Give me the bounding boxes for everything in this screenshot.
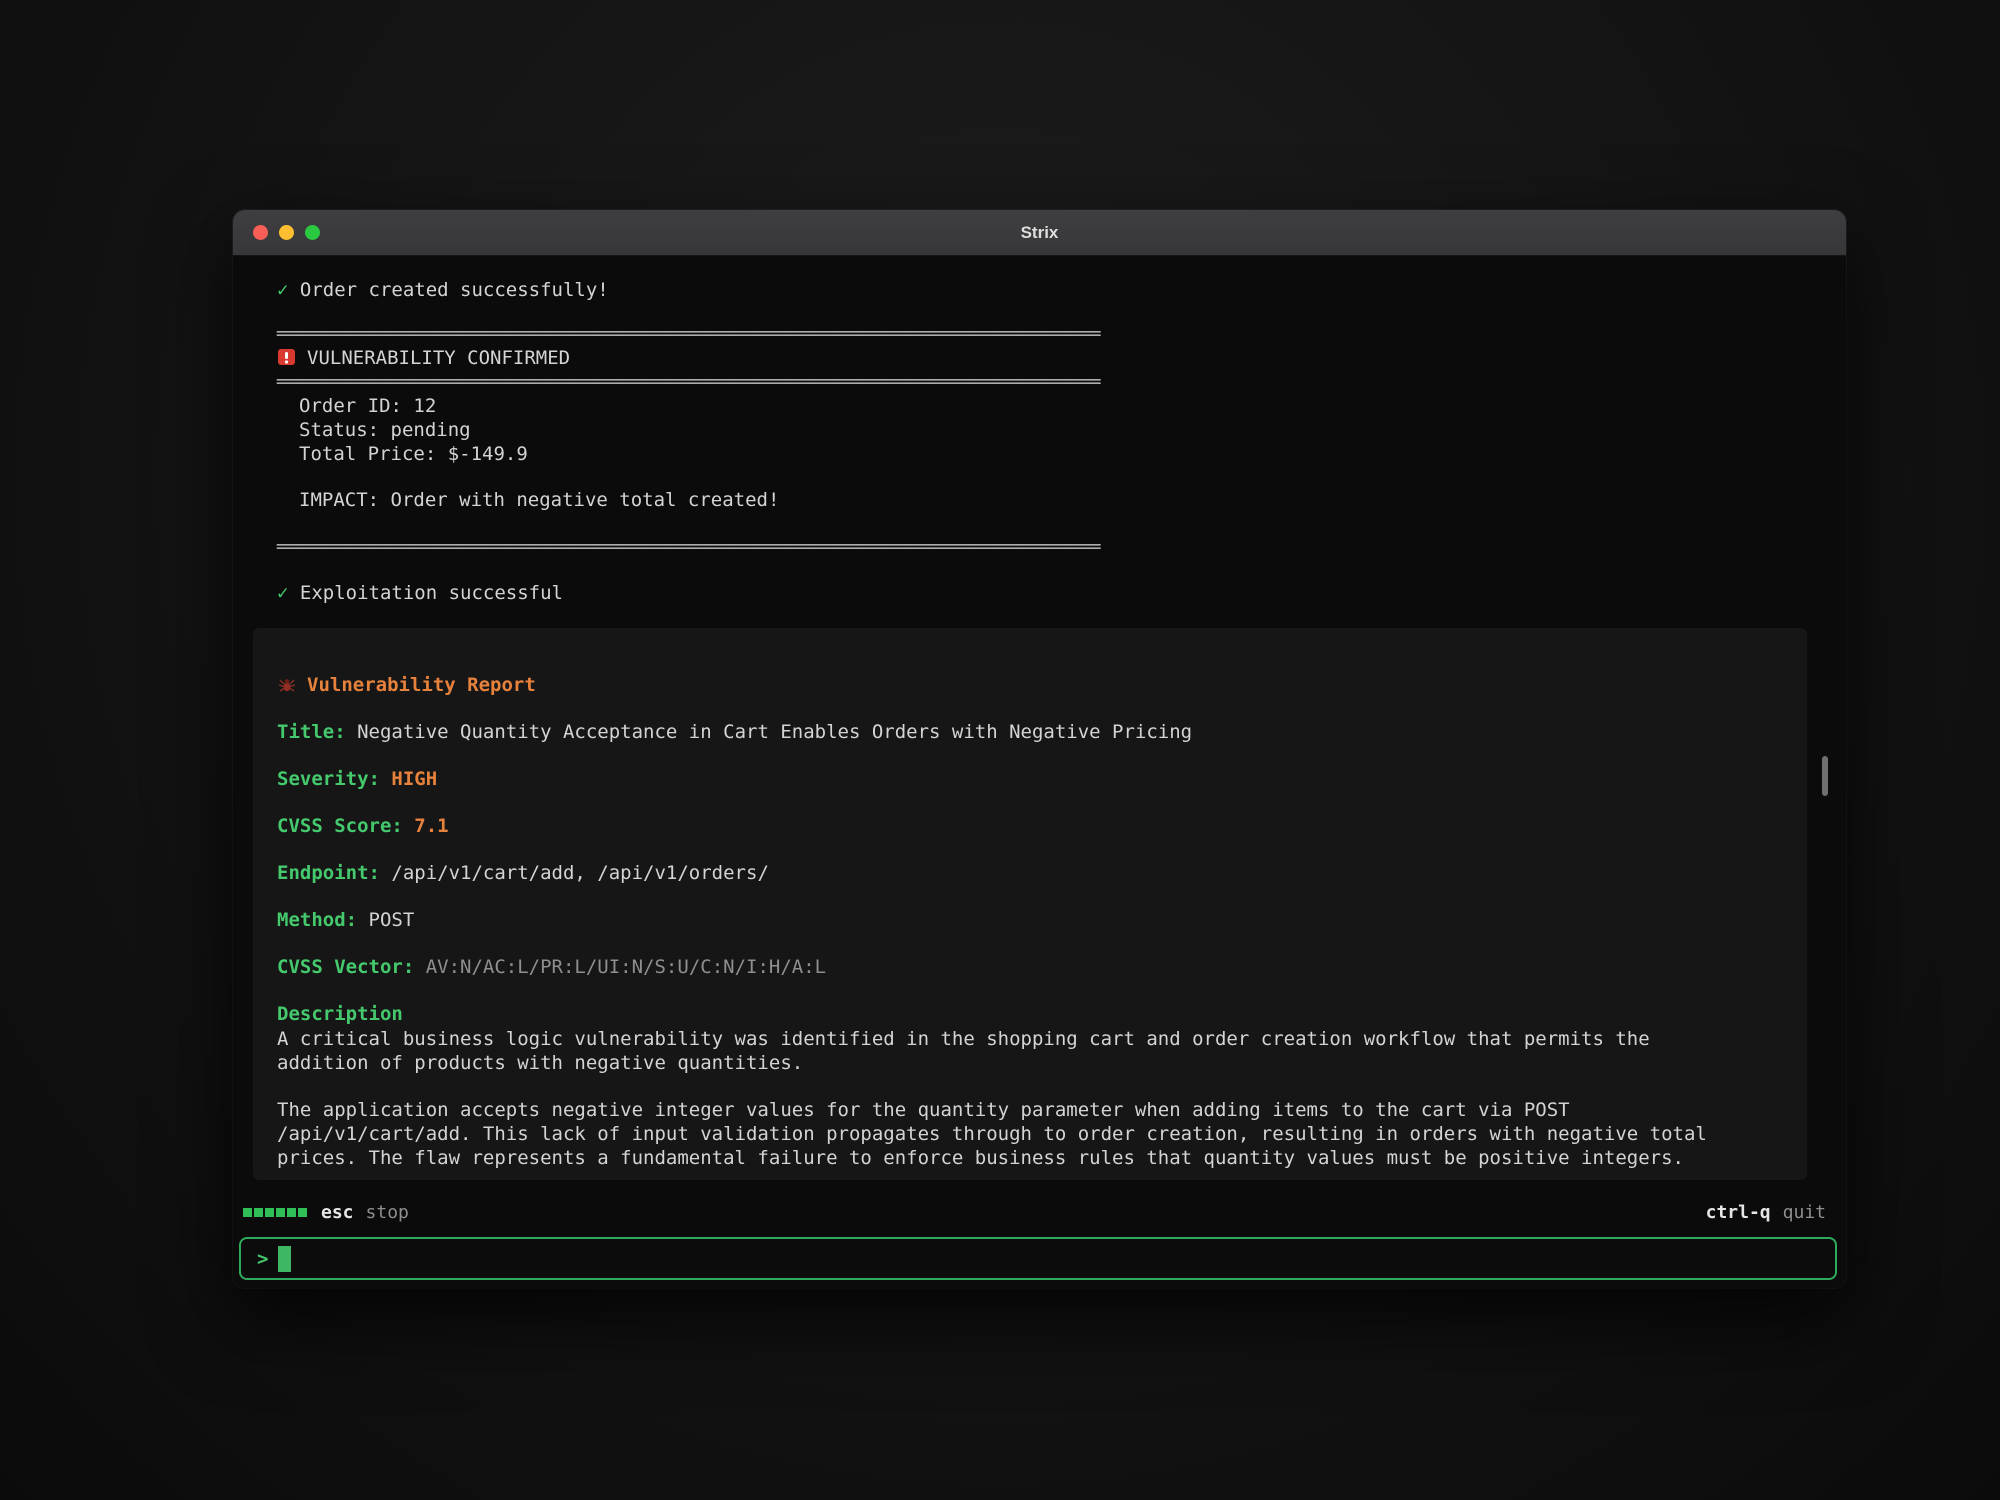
separator: ════════════════════════════════════════… [277,370,1802,394]
status-value: pending [391,419,471,441]
method-value: POST [369,909,415,931]
order-id-value: 12 [413,395,436,417]
close-button[interactable] [253,225,268,240]
status-label: Status: [299,419,379,441]
method-line: Method: POST [277,907,1781,933]
endpoint-line: Endpoint: /api/v1/cart/add, /api/v1/order… [277,860,1781,886]
order-id-label: Order ID: [299,395,402,417]
severity-value: HIGH [391,768,437,790]
method-label: Method: [277,909,357,931]
report-header-text: Vulnerability Report [307,674,536,696]
vuln-confirmed-text: VULNERABILITY CONFIRMED [307,347,570,369]
spinner-dot [298,1208,307,1217]
quit-label: quit [1783,1202,1826,1223]
order-created-text: Order created successfully! [300,279,609,301]
impact-line: IMPACT: Order with negative total create… [277,488,1802,512]
window-title: Strix [1021,223,1059,243]
severity-label: Severity: [277,768,380,790]
total-price-label: Total Price: [299,443,436,465]
text-cursor [278,1246,291,1272]
spinner-dots [243,1208,307,1217]
spinner-dot [265,1208,274,1217]
titlebar: Strix [233,210,1846,256]
status-bar: esc stop ctrl-q quit [243,1198,1826,1226]
spinner-dot [243,1208,252,1217]
description-paragraph-2: The application accepts negative integer… [277,1098,1717,1170]
esc-key-hint[interactable]: esc [321,1202,354,1223]
description-heading: Description [277,1001,1781,1027]
spinner-dot [276,1208,285,1217]
cvss-score-line: CVSS Score: 7.1 [277,813,1781,839]
total-price-line: Total Price: $-149.9 [277,442,1802,466]
exploitation-text: Exploitation successful [300,582,563,604]
total-price-value: $-149.9 [448,443,528,465]
status-line: Status: pending [277,418,1802,442]
severity-line: Severity: HIGH [277,766,1781,792]
stop-label: stop [366,1202,409,1223]
endpoint-value: /api/v1/cart/add, /api/v1/orders/ [391,862,769,884]
cvss-vector-label: CVSS Vector: [277,956,414,978]
cvss-score-label: CVSS Score: [277,815,403,837]
spider-icon [277,675,297,701]
scrollbar-thumb[interactable] [1822,756,1828,796]
report-header-line: Vulnerability Report [277,672,1781,698]
spinner-dot [254,1208,263,1217]
title-label: Title: [277,721,346,743]
report-title-line: Title: Negative Quantity Acceptance in Ca… [277,719,1781,745]
endpoint-label: Endpoint: [277,862,380,884]
vulnerability-report-panel: Vulnerability Report Title: Negative Quan… [253,628,1807,1180]
traffic-lights [253,210,320,255]
order-created-line: ✓ Order created successfully! [277,278,1802,302]
terminal-output: ✓ Order created successfully! ═══════════… [233,256,1846,1180]
check-icon: ✓ [277,279,288,301]
zoom-button[interactable] [305,225,320,240]
title-value: Negative Quantity Acceptance in Cart Ena… [357,721,1192,743]
separator: ════════════════════════════════════════… [277,322,1802,346]
separator: ════════════════════════════════════════… [277,535,1802,559]
exploitation-line: ✓ Exploitation successful [277,581,1802,605]
cvss-vector-line: CVSS Vector: AV:N/AC:L/PR:L/UI:N/S:U/C:N/… [277,954,1781,980]
prompt-symbol: > [257,1248,268,1270]
quit-key-hint[interactable]: ctrl-q [1706,1202,1771,1223]
description-paragraph-1: A critical business logic vulnerability … [277,1027,1717,1075]
cvss-vector-value: AV:N/AC:L/PR:L/UI:N/S:U/C:N/I:H/A:L [426,956,826,978]
app-window: Strix ✓ Order created successfully! ═════… [233,210,1846,1288]
spinner-dot [287,1208,296,1217]
command-input[interactable]: > [239,1237,1837,1280]
order-id-line: Order ID: 12 [277,394,1802,418]
vuln-confirmed-line: VULNERABILITY CONFIRMED [277,346,1802,370]
minimize-button[interactable] [279,225,294,240]
check-icon: ✓ [277,582,288,604]
cvss-score-value: 7.1 [414,815,448,837]
